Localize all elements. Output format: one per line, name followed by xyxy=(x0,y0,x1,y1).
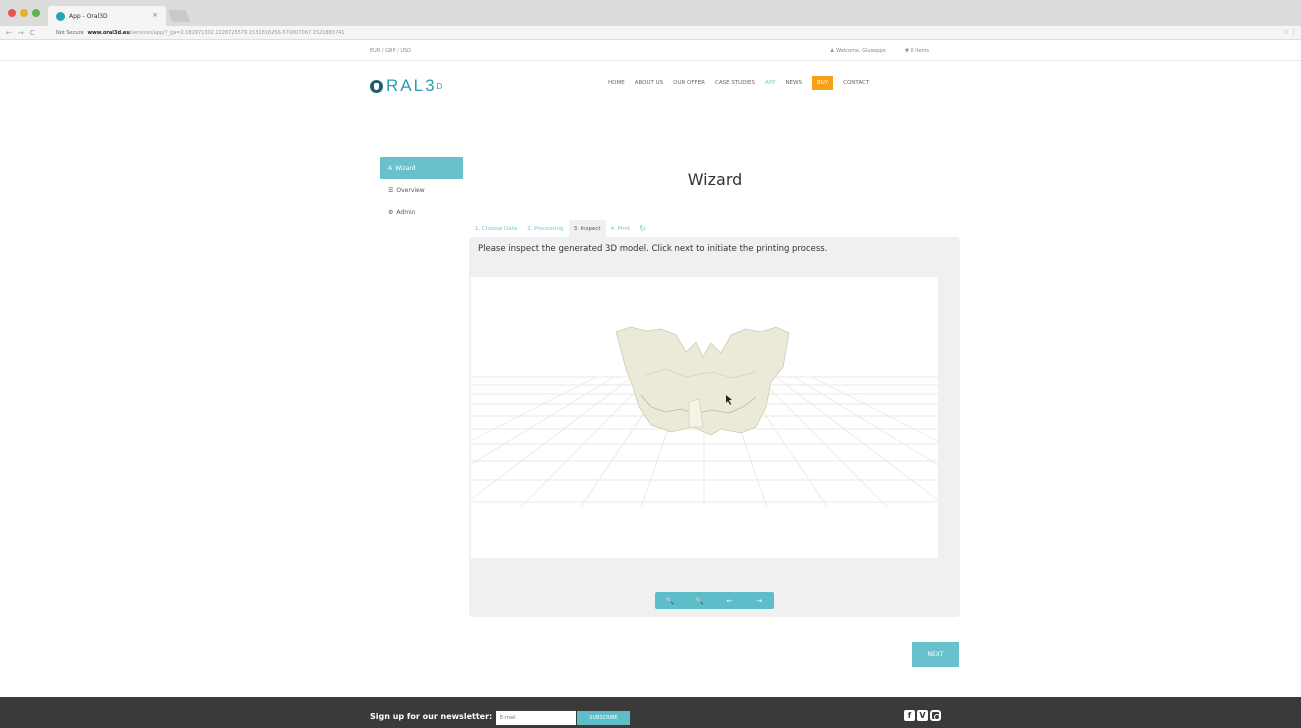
rotate-left-icon[interactable]: ← xyxy=(718,597,740,605)
list-icon: ☰ xyxy=(388,186,394,194)
favicon-icon xyxy=(56,11,65,21)
newsletter-label: Sign up for our newsletter: xyxy=(370,712,493,721)
3d-model-viewer[interactable] xyxy=(471,277,938,558)
vimeo-icon[interactable]: V xyxy=(917,710,928,721)
tooth-logo-icon xyxy=(370,79,383,93)
back-icon[interactable]: ← xyxy=(6,29,12,37)
sidebar-item-label: Wizard xyxy=(395,164,416,172)
sidebar-item-admin[interactable]: ⚙ Admin xyxy=(380,201,463,223)
reload-icon[interactable]: C xyxy=(30,29,35,37)
tab-processing[interactable]: 2. Processing xyxy=(522,220,568,237)
nav-buy[interactable]: BUY xyxy=(811,76,834,90)
next-button[interactable]: NEXT xyxy=(912,642,959,667)
logo-text: RAL3 xyxy=(386,76,437,95)
browser-menu-icon[interactable]: ⋮ xyxy=(1290,28,1297,36)
nav-case-studies[interactable]: CASE STUDIES xyxy=(715,76,755,90)
newsletter-email-input[interactable] xyxy=(496,711,576,725)
subscribe-button[interactable]: SUBSCRIBE xyxy=(577,711,630,725)
wizard-icon: A xyxy=(388,164,393,172)
site-logo[interactable]: RAL3 D xyxy=(370,76,444,96)
wizard-steps: 1. Choose Data 2. Processing 3. Inspect … xyxy=(470,220,646,237)
nav-our-offer[interactable]: OUR OFFER xyxy=(673,76,705,90)
window-maximize-button[interactable] xyxy=(32,9,40,17)
url-host: www.oral3d.eu xyxy=(87,30,130,36)
nav-home[interactable]: HOME xyxy=(608,76,625,90)
new-tab-button[interactable] xyxy=(167,10,191,22)
dental-model xyxy=(615,326,790,436)
site-footer: Sign up for our newsletter: SUBSCRIBE f … xyxy=(0,697,1301,728)
instagram-icon[interactable] xyxy=(930,710,941,721)
forward-icon[interactable]: → xyxy=(18,29,24,37)
cart-icon: ▼ xyxy=(905,48,909,54)
welcome-text: Welcome, Giuseppe xyxy=(836,48,886,54)
not-secure-label[interactable]: Not Secure xyxy=(56,30,84,36)
nav-about-us[interactable]: ABOUT US xyxy=(635,76,663,90)
zoom-in-icon[interactable]: 🔍 xyxy=(659,597,681,605)
sidebar-item-wizard[interactable]: A Wizard xyxy=(380,157,463,179)
sidebar-item-overview[interactable]: ☰ Overview xyxy=(380,179,463,201)
currency-switcher[interactable]: EUR / GBP / USD xyxy=(370,48,411,54)
browser-tab[interactable]: App - Oral3D × xyxy=(48,6,166,26)
tab-print[interactable]: 4. Print xyxy=(606,220,636,237)
welcome-user[interactable]: ♟ Welcome, Giuseppe xyxy=(830,48,886,54)
nav-contact[interactable]: CONTACT xyxy=(843,76,869,90)
main-nav: HOME ABOUT US OUR OFFER CASE STUDIES APP… xyxy=(608,76,879,90)
refresh-icon[interactable]: ↻ xyxy=(639,224,646,233)
logo-sup: D xyxy=(436,81,445,91)
viewer-controls: 🔍 🔍 ← → xyxy=(655,592,774,609)
nav-news[interactable]: NEWS xyxy=(785,76,802,90)
tab-inspect[interactable]: 3. Inspect xyxy=(568,220,606,237)
window-minimize-button[interactable] xyxy=(20,9,28,17)
3d-scene xyxy=(471,326,938,508)
facebook-icon[interactable]: f xyxy=(904,710,915,721)
window-close-button[interactable] xyxy=(8,9,16,17)
user-icon: ♟ xyxy=(830,48,835,54)
gear-icon: ⚙ xyxy=(388,208,394,216)
url-path: /services/app/?_ga=2.182971302.122872557… xyxy=(129,30,345,36)
bookmark-star-icon[interactable]: ☆ xyxy=(1283,28,1289,36)
cart-link[interactable]: ▼ 0 items xyxy=(905,48,929,54)
utility-bar: EUR / GBP / USD ♟ Welcome, Giuseppe ▼ 0 … xyxy=(0,41,1301,61)
cart-count: 0 items xyxy=(910,48,930,54)
tab-choose-data[interactable]: 1. Choose Data xyxy=(470,220,522,237)
browser-tabstrip: App - Oral3D × xyxy=(0,0,1301,26)
url-field[interactable]: Not Secure www.oral3d.eu /services/app/?… xyxy=(56,28,1277,38)
tab-title: App - Oral3D xyxy=(69,12,108,20)
app-sidebar: A Wizard ☰ Overview ⚙ Admin xyxy=(380,157,463,223)
tab-close-icon[interactable]: × xyxy=(152,11,158,19)
rotate-right-icon[interactable]: → xyxy=(748,597,770,605)
sidebar-item-label: Overview xyxy=(396,186,425,194)
sidebar-item-label: Admin xyxy=(396,208,416,216)
address-bar: ← → C Not Secure www.oral3d.eu /services… xyxy=(0,26,1301,40)
instruction-text: Please inspect the generated 3D model. C… xyxy=(478,244,828,254)
nav-app[interactable]: APP xyxy=(765,76,775,90)
zoom-out-icon[interactable]: 🔍 xyxy=(689,597,711,605)
page-title: Wizard xyxy=(687,170,743,189)
social-links: f V xyxy=(904,710,941,721)
